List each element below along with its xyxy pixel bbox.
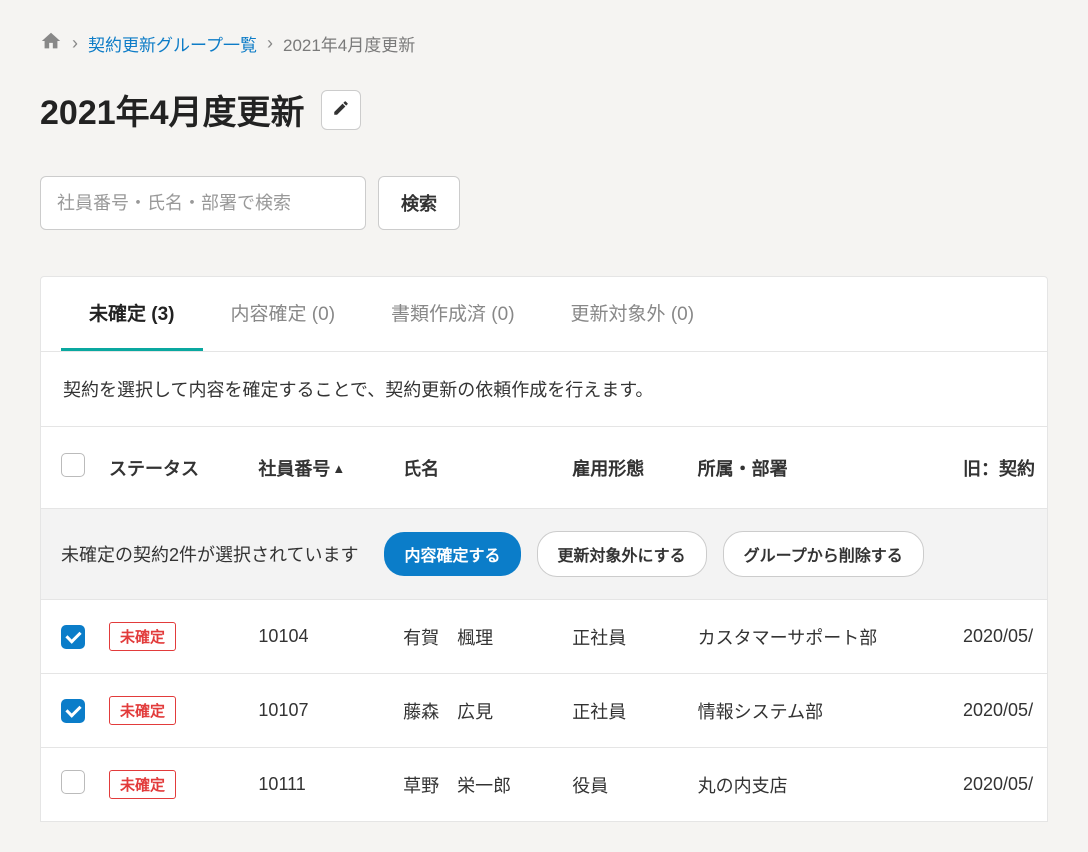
name-cell: 草野 栄一郎 <box>391 748 560 822</box>
table-row: 未確定 10104 有賀 楓理 正社員 カスタマーサポート部 2020/05/ <box>41 600 1047 674</box>
status-badge: 未確定 <box>109 770 176 799</box>
column-header-dept[interactable]: 所属・部署 <box>686 427 951 509</box>
row-checkbox[interactable] <box>61 699 85 723</box>
breadcrumb-link-group-list[interactable]: 契約更新グループ一覧 <box>88 31 257 56</box>
table-row: 未確定 10107 藤森 広見 正社員 情報システム部 2020/05/ <box>41 674 1047 748</box>
column-header-emp-no-label: 社員番号 <box>258 459 330 479</box>
tab-confirmed[interactable]: 内容確定 (0) <box>203 277 364 351</box>
tab-unconfirmed[interactable]: 未確定 (3) <box>61 277 203 351</box>
emp-type-cell: 正社員 <box>560 674 685 748</box>
status-badge: 未確定 <box>109 696 176 725</box>
search-button[interactable]: 検索 <box>378 176 460 230</box>
tab-excluded[interactable]: 更新対象外 (0) <box>543 277 723 351</box>
selection-count-text: 未確定の契約2件が選択されています <box>61 541 358 567</box>
home-icon[interactable] <box>40 30 62 57</box>
tab-list: 未確定 (3) 内容確定 (0) 書類作成済 (0) 更新対象外 (0) <box>41 277 1047 352</box>
status-badge: 未確定 <box>109 622 176 651</box>
old-date-cell: 2020/05/ <box>951 674 1047 748</box>
sort-asc-icon: ▲ <box>332 461 345 476</box>
row-checkbox[interactable] <box>61 625 85 649</box>
contracts-table: ステータス 社員番号▲ 氏名 雇用形態 所属・部署 旧：契約 <box>41 426 1047 821</box>
column-header-emp-no[interactable]: 社員番号▲ <box>246 427 391 509</box>
dept-cell: 丸の内支店 <box>686 748 951 822</box>
dept-cell: 情報システム部 <box>686 674 951 748</box>
column-header-name[interactable]: 氏名 <box>391 427 560 509</box>
old-date-cell: 2020/05/ <box>951 600 1047 674</box>
page-title: 2021年4月度更新 <box>40 85 305 134</box>
info-text: 契約を選択して内容を確定することで、契約更新の依頼作成を行えます。 <box>41 352 1047 426</box>
tab-document-created[interactable]: 書類作成済 (0) <box>363 277 543 351</box>
emp-type-cell: 役員 <box>560 748 685 822</box>
select-all-checkbox[interactable] <box>61 453 85 477</box>
column-header-emp-type[interactable]: 雇用形態 <box>560 427 685 509</box>
column-header-status[interactable]: ステータス <box>97 427 246 509</box>
chevron-right-icon: › <box>267 33 273 54</box>
emp-no-cell: 10111 <box>246 748 391 822</box>
dept-cell: カスタマーサポート部 <box>686 600 951 674</box>
name-cell: 有賀 楓理 <box>391 600 560 674</box>
column-header-old-contract[interactable]: 旧：契約 <box>951 427 1047 509</box>
breadcrumb: › 契約更新グループ一覧 › 2021年4月度更新 <box>40 30 1048 57</box>
emp-no-cell: 10107 <box>246 674 391 748</box>
content-panel: 未確定 (3) 内容確定 (0) 書類作成済 (0) 更新対象外 (0) 契約を… <box>40 276 1048 822</box>
row-checkbox[interactable] <box>61 770 85 794</box>
table-row: 未確定 10111 草野 栄一郎 役員 丸の内支店 2020/05/ <box>41 748 1047 822</box>
emp-no-cell: 10104 <box>246 600 391 674</box>
name-cell: 藤森 広見 <box>391 674 560 748</box>
remove-from-group-button[interactable]: グループから削除する <box>723 531 924 577</box>
confirm-content-button[interactable]: 内容確定する <box>384 532 520 576</box>
edit-title-button[interactable] <box>321 90 361 130</box>
search-input[interactable] <box>40 176 366 230</box>
emp-type-cell: 正社員 <box>560 600 685 674</box>
chevron-right-icon: › <box>72 33 78 54</box>
breadcrumb-current: 2021年4月度更新 <box>283 31 415 56</box>
old-date-cell: 2020/05/ <box>951 748 1047 822</box>
pencil-icon <box>332 99 350 120</box>
selection-action-bar: 未確定の契約2件が選択されています 内容確定する 更新対象外にする グループから… <box>41 509 1047 600</box>
exclude-button[interactable]: 更新対象外にする <box>537 531 707 577</box>
